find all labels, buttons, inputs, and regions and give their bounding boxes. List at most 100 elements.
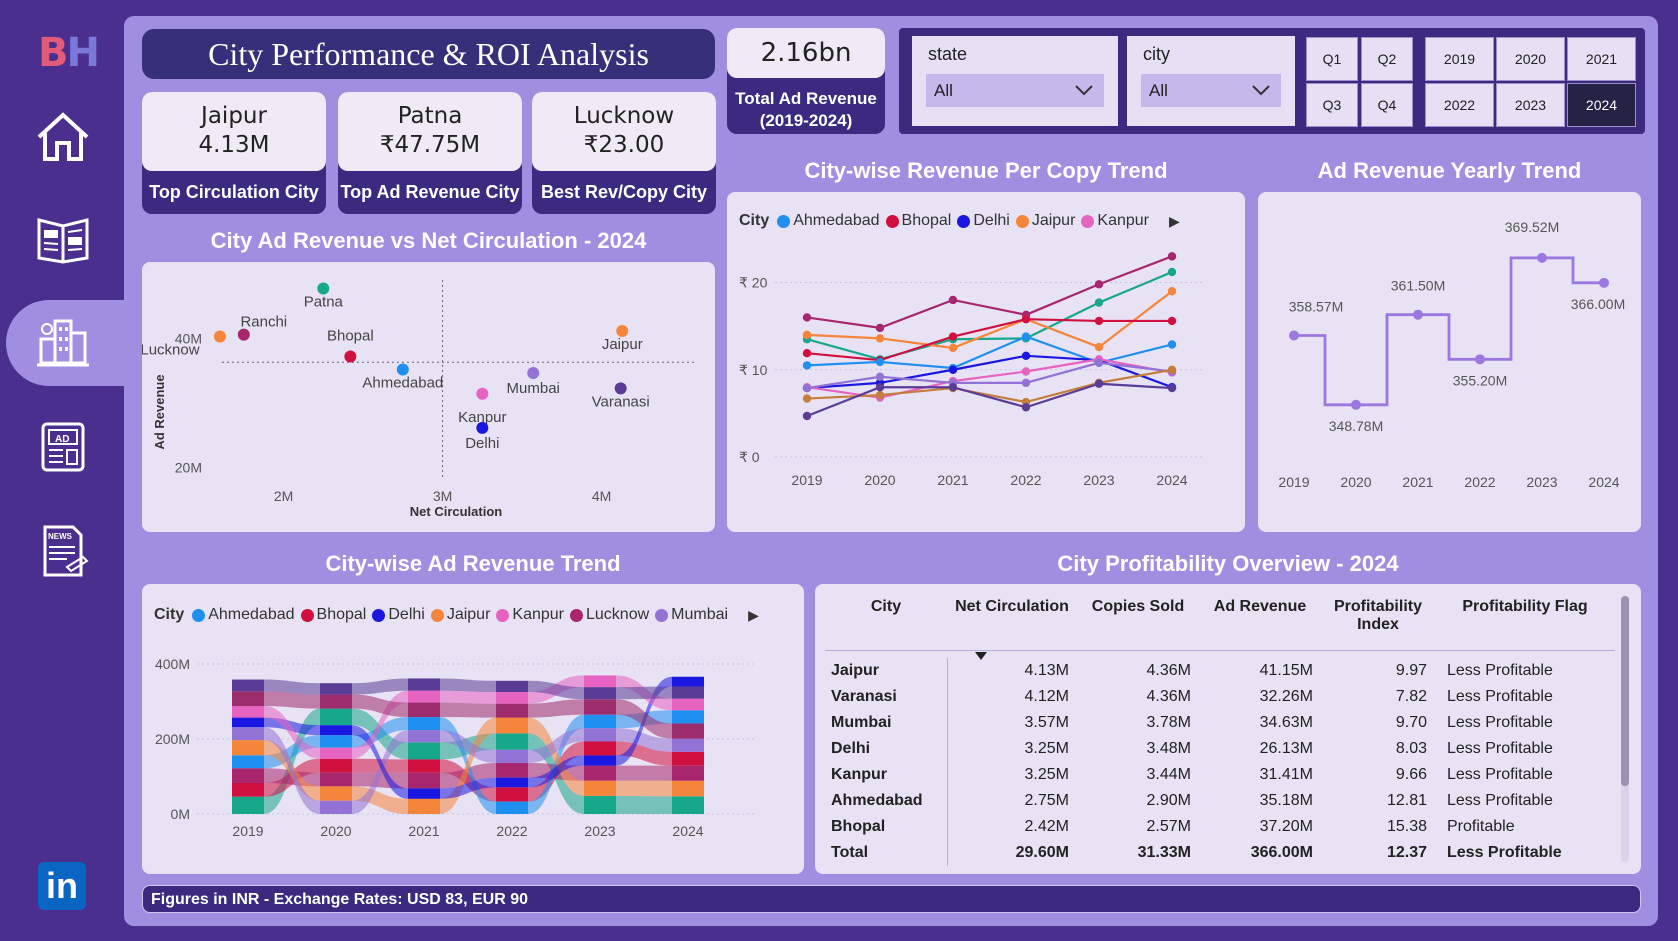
ribbon-segment[interactable] (496, 680, 528, 693)
ribbon-segment[interactable] (232, 782, 264, 797)
quarter-button[interactable]: Q4 (1361, 83, 1413, 127)
year-button[interactable]: 2021 (1567, 37, 1636, 81)
series-line-lucknow[interactable] (806, 255, 1173, 330)
ribbon-segment[interactable] (496, 777, 528, 788)
year-button[interactable]: 2020 (1496, 37, 1565, 81)
ribbon-varanasi[interactable] (440, 678, 496, 693)
ribbon-segment[interactable] (320, 786, 352, 801)
ribbon-segment[interactable] (320, 708, 352, 726)
ribbon-segment[interactable] (320, 694, 352, 709)
ribbon-kanpur[interactable] (440, 690, 496, 704)
series-point[interactable] (1167, 252, 1177, 261)
series-point[interactable] (802, 383, 812, 393)
series-point[interactable] (1094, 316, 1104, 326)
ribbon-segment[interactable] (672, 676, 704, 687)
col-header[interactable]: Net Circulation (947, 594, 1077, 660)
col-header[interactable]: Ad Revenue (1199, 594, 1321, 650)
ribbon-segment[interactable] (408, 788, 440, 799)
series-point[interactable] (875, 334, 885, 343)
ribbon-segment[interactable] (584, 795, 616, 814)
series-point[interactable] (1167, 365, 1177, 374)
series-point[interactable] (1021, 351, 1031, 361)
series-point[interactable] (802, 394, 812, 403)
scatter-point-lucknow[interactable] (213, 330, 226, 343)
ribbon-segment[interactable] (672, 780, 704, 797)
year-button-selected[interactable]: 2024 (1567, 83, 1636, 127)
table-row[interactable]: Varanasi 4.12M 4.36M 32.26M 7.82 Less Profita… (825, 684, 1615, 710)
ribbon-segment[interactable] (320, 683, 352, 695)
series-point[interactable] (1021, 332, 1031, 341)
series-point[interactable] (1094, 358, 1104, 367)
series-point[interactable] (1167, 287, 1177, 296)
series-point[interactable] (1094, 298, 1104, 307)
series-point[interactable] (875, 323, 885, 333)
series-point[interactable] (802, 313, 812, 322)
table-row[interactable]: Ahmedabad 2.75M 2.90M 35.18M 12.81 Less Profi… (825, 788, 1615, 814)
ribbon-ranchi[interactable] (440, 702, 496, 718)
ribbon-lucknow[interactable] (616, 765, 672, 781)
linkedin-icon[interactable]: in (38, 862, 86, 910)
ribbon-segment[interactable] (232, 691, 264, 707)
series-point[interactable] (1094, 342, 1104, 352)
table-row[interactable]: Jaipur 4.13M 4.36M 41.15M 9.97 Less Profitabl… (825, 658, 1615, 684)
ribbon-segment[interactable] (584, 728, 616, 742)
table-total-row[interactable]: Total 29.60M 31.33M 366.00M 12.37 Less Profit… (825, 840, 1615, 866)
ribbon-segment[interactable] (584, 765, 616, 781)
ribbon-segment[interactable] (584, 714, 616, 729)
scatter-point-delhi[interactable] (476, 421, 489, 434)
ribbon-segment[interactable] (408, 678, 440, 691)
newspaper-icon[interactable] (30, 205, 96, 271)
series-point[interactable] (1167, 383, 1177, 393)
ribbon-segment[interactable] (496, 762, 528, 778)
ribbon-segment[interactable] (232, 755, 264, 769)
ribbon-segment[interactable] (232, 768, 264, 783)
series-point[interactable] (948, 295, 958, 305)
ribbon-segment[interactable] (584, 699, 616, 715)
series-point[interactable] (948, 365, 958, 374)
ribbon-segment[interactable] (408, 702, 440, 718)
table-row[interactable]: Mumbai 3.57M 3.78M 34.63M 9.70 Less Profitabl… (825, 710, 1615, 736)
series-point[interactable] (948, 383, 958, 392)
quarter-button[interactable]: Q2 (1361, 37, 1413, 81)
ribbon-segment[interactable] (232, 679, 264, 692)
state-dropdown[interactable]: All (926, 74, 1104, 107)
ribbon-segment[interactable] (232, 727, 264, 741)
ad-news-icon[interactable]: AD (30, 414, 96, 480)
ribbon-segment[interactable] (232, 706, 264, 718)
ribbon-segment[interactable] (232, 717, 264, 728)
series-point[interactable] (1094, 280, 1104, 289)
series-point[interactable] (875, 390, 885, 400)
ribbon-segment[interactable] (496, 787, 528, 802)
series-point[interactable] (1021, 314, 1031, 324)
scatter-point-mumbai[interactable] (527, 367, 540, 380)
yearly-point[interactable] (1289, 330, 1299, 341)
series-point[interactable] (948, 332, 958, 341)
col-header[interactable]: Profitability Index (1321, 594, 1435, 650)
series-line-varanasi[interactable] (806, 382, 1173, 418)
ribbon-segment[interactable] (320, 800, 352, 814)
series-point[interactable] (1094, 379, 1104, 388)
table-scrollbar-thumb[interactable] (1621, 596, 1629, 786)
city-dropdown[interactable]: All (1141, 74, 1281, 107)
home-icon[interactable] (30, 104, 96, 170)
table-scrollbar[interactable] (1621, 596, 1629, 862)
col-header[interactable]: Profitability Flag (1435, 594, 1615, 650)
series-point[interactable] (875, 357, 885, 367)
news-report-icon[interactable]: NEWS (30, 518, 96, 584)
table-row[interactable]: Delhi 3.25M 3.48M 26.13M 8.03 Less Profitable (825, 736, 1615, 762)
ribbon-segment[interactable] (408, 772, 440, 789)
col-header[interactable]: Copies Sold (1077, 594, 1199, 650)
col-header[interactable]: City (825, 594, 947, 650)
ribbon-segment[interactable] (496, 801, 528, 814)
scatter-point-kanpur[interactable] (476, 387, 489, 400)
quarter-button[interactable]: Q1 (1306, 37, 1358, 81)
ribbon-patna[interactable] (616, 795, 672, 814)
ribbon-segment[interactable] (672, 698, 704, 711)
series-point[interactable] (802, 330, 812, 340)
ribbon-segment[interactable] (408, 730, 440, 743)
table-row[interactable]: Kanpur 3.25M 3.44M 31.41M 9.66 Less Profitabl… (825, 762, 1615, 788)
series-line-patna[interactable] (806, 271, 1173, 361)
series-point[interactable] (875, 372, 885, 381)
ribbon-segment[interactable] (672, 710, 704, 724)
series-point[interactable] (1021, 403, 1031, 412)
